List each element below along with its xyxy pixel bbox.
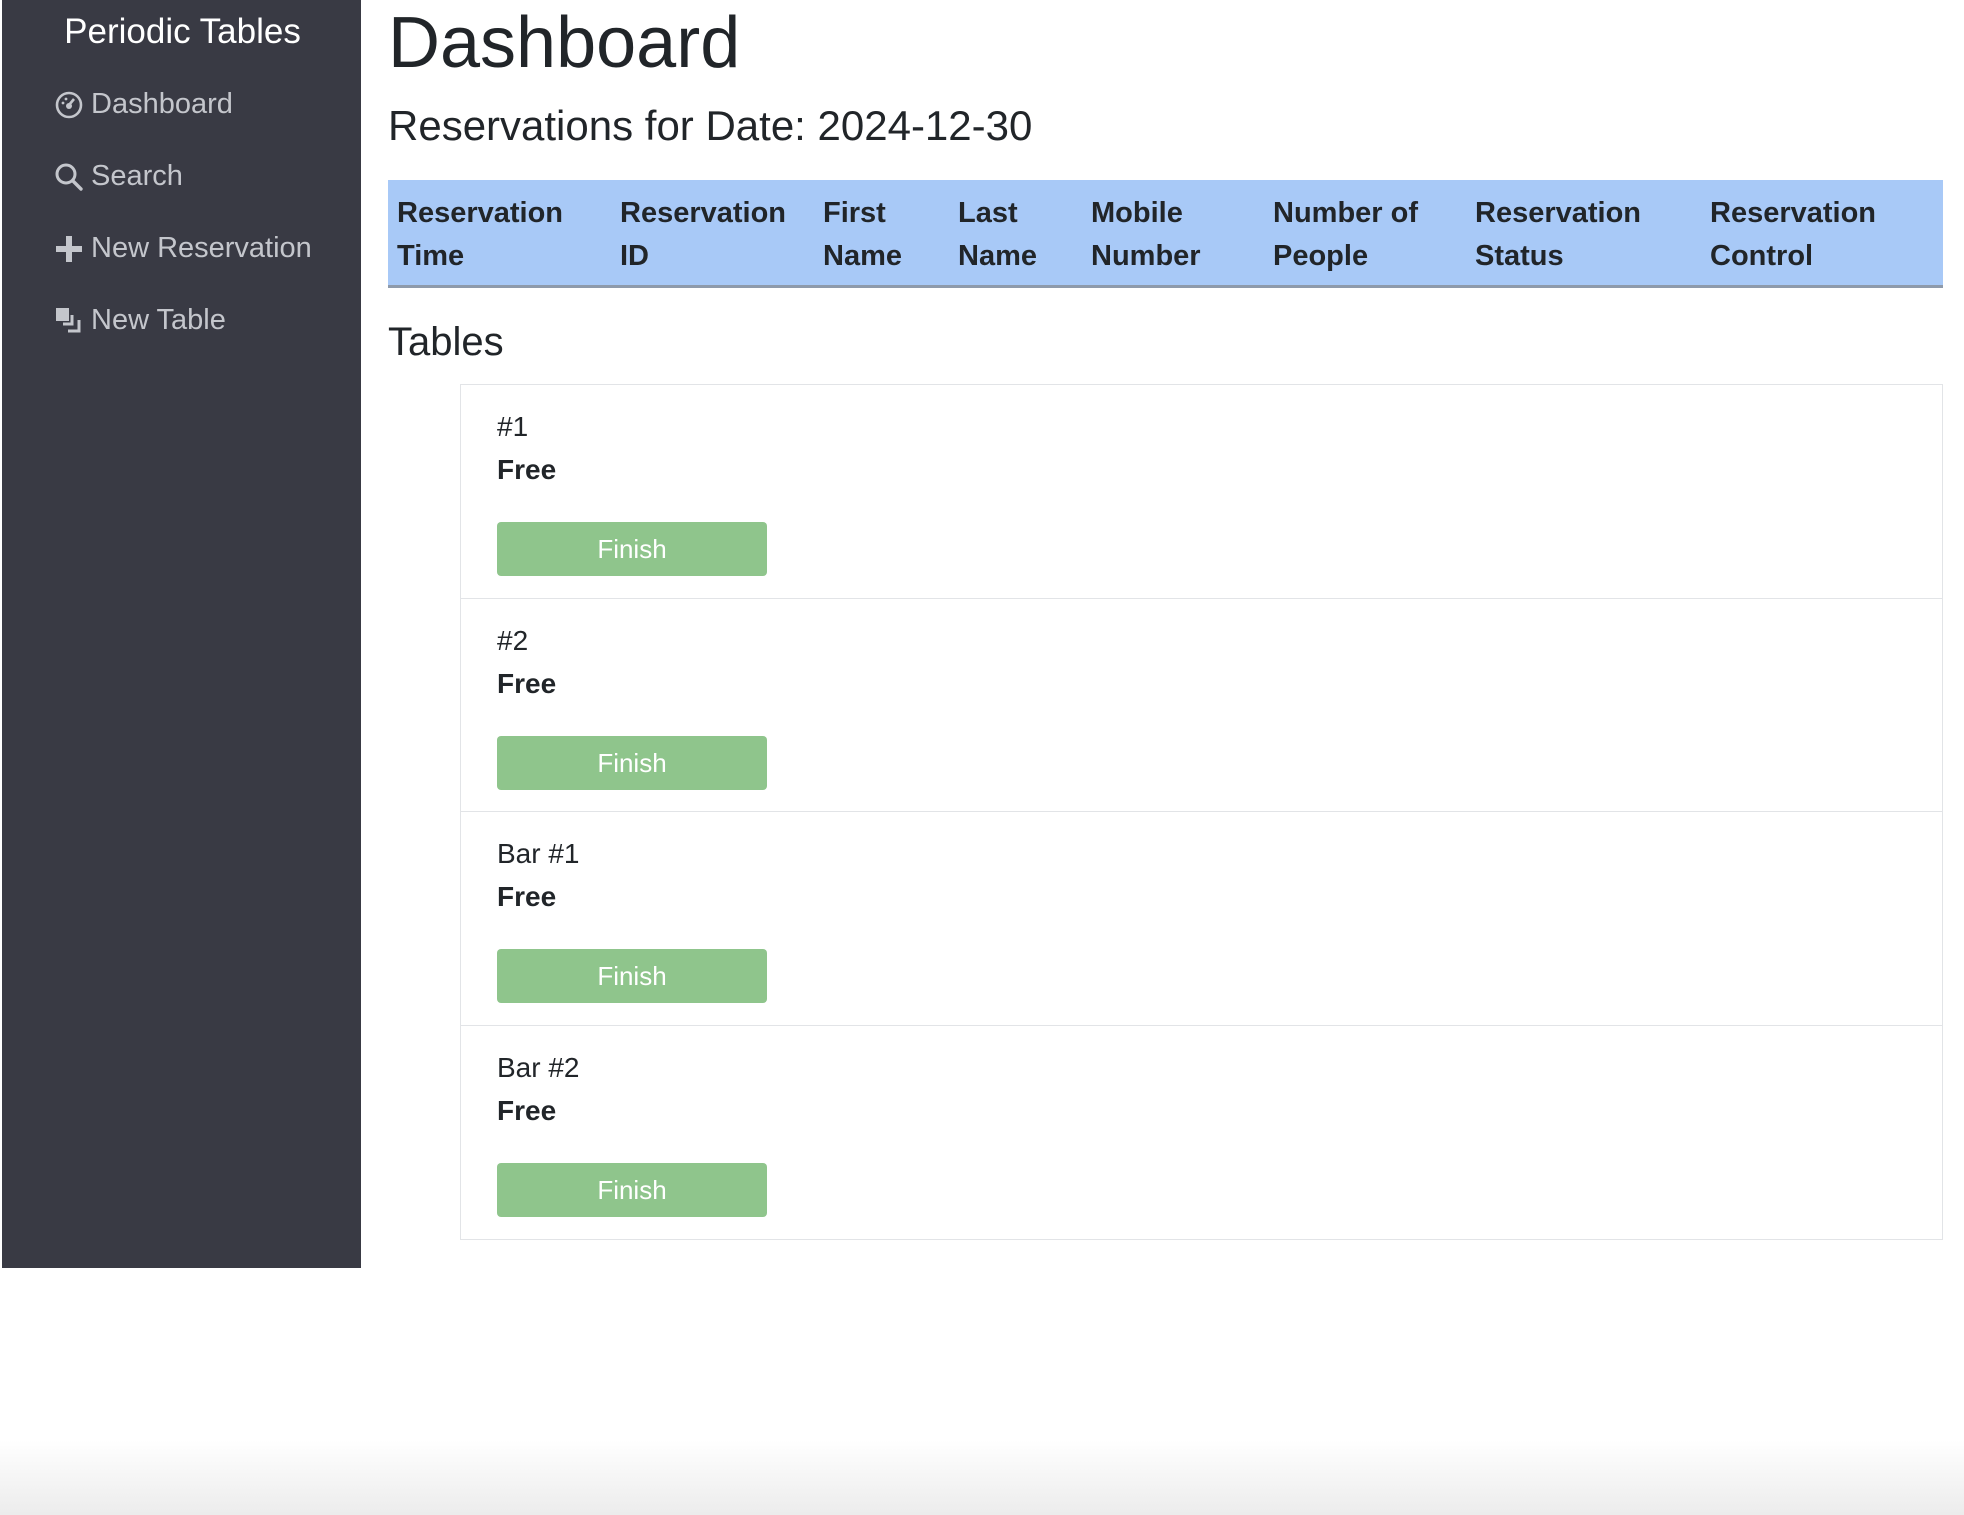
table-name: #2 <box>497 624 529 656</box>
tables-heading: Tables <box>388 320 504 364</box>
sidebar-item-search[interactable]: Search <box>53 160 183 193</box>
column-header-number-of-people: Number of People <box>1273 197 1418 272</box>
table-card: Bar #2 Free Finish <box>461 1026 1942 1240</box>
column-header-reservation-control: Reservation Control <box>1710 197 1877 272</box>
column-header-mobile-number: Mobile Number <box>1091 197 1201 272</box>
table-status: Free <box>497 667 557 699</box>
search-icon <box>53 161 85 193</box>
layers-icon <box>53 305 85 337</box>
column-header-reservation-status: Reservation Status <box>1475 197 1642 272</box>
table-card: #1 Free Finish <box>461 385 1942 599</box>
sidebar-item-label: Search <box>91 160 183 192</box>
sidebar-item-label: Dashboard <box>91 88 233 120</box>
column-header-reservation-time: Reservation Time <box>397 197 564 272</box>
brand-title[interactable]: Periodic Tables <box>2 12 363 52</box>
finish-button[interactable]: Finish <box>497 735 767 790</box>
table-card: #2 Free Finish <box>461 599 1942 812</box>
reservations-table-header: Reservation Time Reservation ID First Name … <box>388 180 1943 288</box>
column-header-reservation-id: Reservation ID <box>620 197 787 272</box>
table-status: Free <box>497 881 557 912</box>
table-name: Bar #2 <box>497 1051 580 1083</box>
finish-button[interactable]: Finish <box>497 1162 767 1217</box>
tables-list: #1 Free Finish #2 Free Finish Bar #1 Fre… <box>460 384 1943 1240</box>
window-bottom-edge <box>0 1440 1964 1515</box>
column-header-first-name: First Name <box>823 197 902 272</box>
sidebar-item-label: New Reservation <box>91 232 312 264</box>
dashboard-icon <box>53 89 85 121</box>
page-title: Dashboard <box>388 3 741 83</box>
plus-icon <box>53 233 85 265</box>
column-header-last-name: Last Name <box>958 197 1037 272</box>
finish-button[interactable]: Finish <box>497 949 767 1003</box>
table-status: Free <box>497 1094 557 1126</box>
app: Periodic Tables Dashboard Search New Res… <box>0 0 1964 1515</box>
sidebar: Periodic Tables Dashboard Search New Res… <box>0 0 361 1268</box>
sidebar-item-new-table[interactable]: New Table <box>53 304 226 337</box>
sidebar-item-label: New Table <box>91 304 226 336</box>
table-card: Bar #1 Free Finish <box>461 812 1942 1026</box>
table-name: Bar #1 <box>497 838 580 869</box>
sidebar-item-new-reservation[interactable]: New Reservation <box>53 232 312 265</box>
finish-button[interactable]: Finish <box>497 522 767 576</box>
sidebar-item-dashboard[interactable]: Dashboard <box>53 88 233 121</box>
table-status: Free <box>497 454 557 485</box>
table-name: #1 <box>497 411 529 442</box>
reservations-heading: Reservations for Date: 2024-12-30 <box>388 102 1033 149</box>
